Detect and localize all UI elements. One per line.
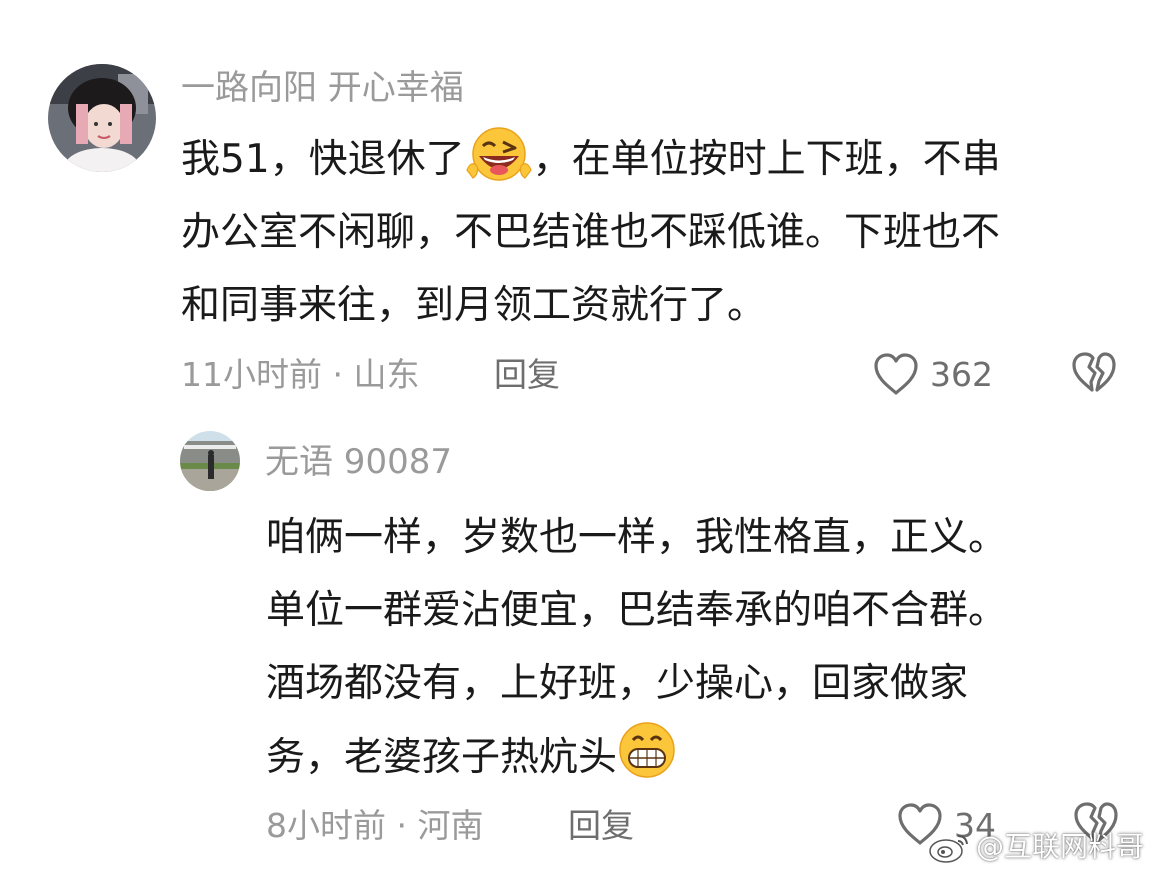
comment-username[interactable]: 无语 90087 [265, 442, 452, 482]
comment-text-line: 办公室不闲聊，不巴结谁也不踩低谁。下班也不 [181, 210, 1001, 255]
like-count: 362 [930, 355, 993, 394]
watermark-text: @互联网料哥 [976, 830, 1145, 863]
comment-text: 我51，快退休了 ，在单位按时上下班，不串 办公室不闲聊，不巴结谁也不踩低谁。下… [181, 123, 1001, 342]
comment-text-line: 务，老婆孩子热炕头 [266, 720, 1007, 793]
reply-button[interactable]: 回复 [568, 806, 634, 846]
comment-text-line: 单位一群爱沾便宜，巴结奉承的咱不合群。 [266, 588, 1008, 633]
heart-icon [872, 351, 920, 401]
comment-text-line: 我51，快退休了 ，在单位按时上下班，不串 [181, 123, 1001, 196]
comment-text: 咱俩一样，岁数也一样，我性格直，正义。 单位一群爱沾便宜，巴结奉承的咱不合群。 … [266, 501, 1007, 793]
comment-text-line: 咱俩一样，岁数也一样，我性格直，正义。 [266, 515, 1008, 560]
broken-heart-icon [1070, 352, 1118, 400]
avatar[interactable] [180, 431, 240, 491]
avatar[interactable] [48, 64, 156, 172]
reply-button[interactable]: 回复 [494, 355, 560, 395]
comment-time-location: 8小时前 · 河南 [266, 806, 484, 845]
like-button[interactable]: 362 [872, 350, 1012, 400]
dislike-button[interactable] [1070, 350, 1120, 400]
comment-time-location: 11小时前 · 山东 [181, 355, 420, 394]
wink-grin-emoji-icon [465, 126, 533, 206]
comment-text-line: 酒场都没有，上好班，少操心，回家做家 [266, 661, 969, 706]
comment-username[interactable]: 一路向阳 开心幸福 [181, 68, 464, 108]
comment-text-line: 和同事来往，到月领工资就行了。 [181, 283, 767, 328]
weibo-logo-icon [928, 830, 972, 868]
grin-emoji-icon [617, 720, 677, 804]
